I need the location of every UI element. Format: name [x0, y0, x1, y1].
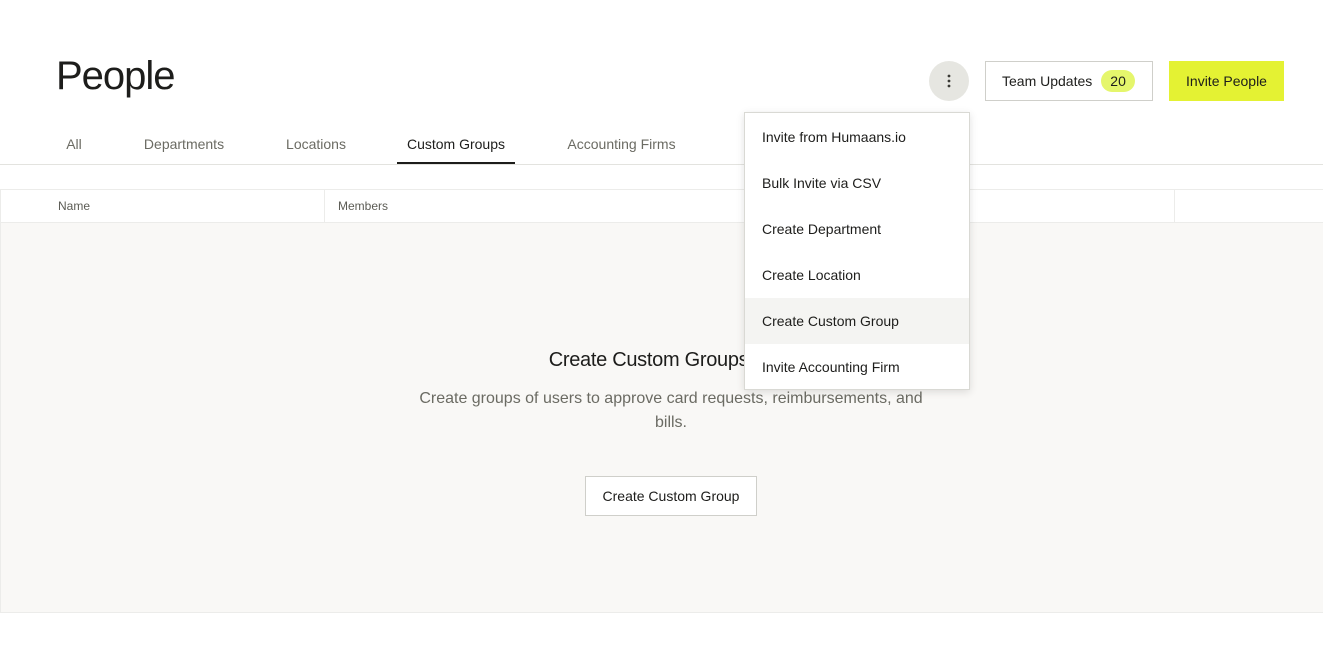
column-header-name[interactable]: Name	[58, 190, 90, 222]
team-updates-label: Team Updates	[1002, 73, 1093, 89]
empty-state-title: Create Custom Groups for A	[548, 349, 794, 371]
empty-state-description: Create groups of users to approve card r…	[419, 390, 923, 431]
more-options-button[interactable]	[929, 61, 969, 101]
invite-people-button[interactable]: Invite People	[1169, 61, 1284, 101]
column-divider	[324, 190, 325, 222]
menu-item-create-custom-group[interactable]: Create Custom Group	[745, 298, 969, 344]
tab-custom-groups[interactable]: Custom Groups	[397, 126, 515, 164]
column-header-members[interactable]: Members	[338, 190, 388, 222]
menu-item-bulk-invite-csv[interactable]: Bulk Invite via CSV	[745, 160, 969, 206]
people-page: People Team Updates 20 Invite People All…	[0, 0, 1323, 648]
empty-state: Create Custom Groups for A Create groups…	[0, 223, 1323, 613]
table-header: Name Members	[0, 189, 1323, 223]
tab-all[interactable]: All	[56, 126, 92, 164]
tab-departments[interactable]: Departments	[134, 126, 234, 164]
menu-item-invite-humaans[interactable]: Invite from Humaans.io	[745, 114, 969, 160]
create-custom-group-button[interactable]: Create Custom Group	[585, 476, 757, 516]
page-title: People	[56, 54, 176, 98]
team-updates-button[interactable]: Team Updates 20	[985, 61, 1153, 101]
more-options-menu: Invite from Humaans.io Bulk Invite via C…	[744, 112, 970, 390]
tab-bar: All Departments Locations Custom Groups …	[0, 126, 1323, 165]
menu-item-create-department[interactable]: Create Department	[745, 206, 969, 252]
tab-locations[interactable]: Locations	[276, 126, 356, 164]
more-vertical-icon	[947, 74, 951, 88]
column-divider	[1174, 190, 1175, 222]
tab-accounting-firms[interactable]: Accounting Firms	[558, 126, 685, 164]
menu-item-invite-accounting-firm[interactable]: Invite Accounting Firm	[745, 344, 969, 390]
team-updates-count-badge: 20	[1101, 70, 1135, 92]
menu-item-create-location[interactable]: Create Location	[745, 252, 969, 298]
